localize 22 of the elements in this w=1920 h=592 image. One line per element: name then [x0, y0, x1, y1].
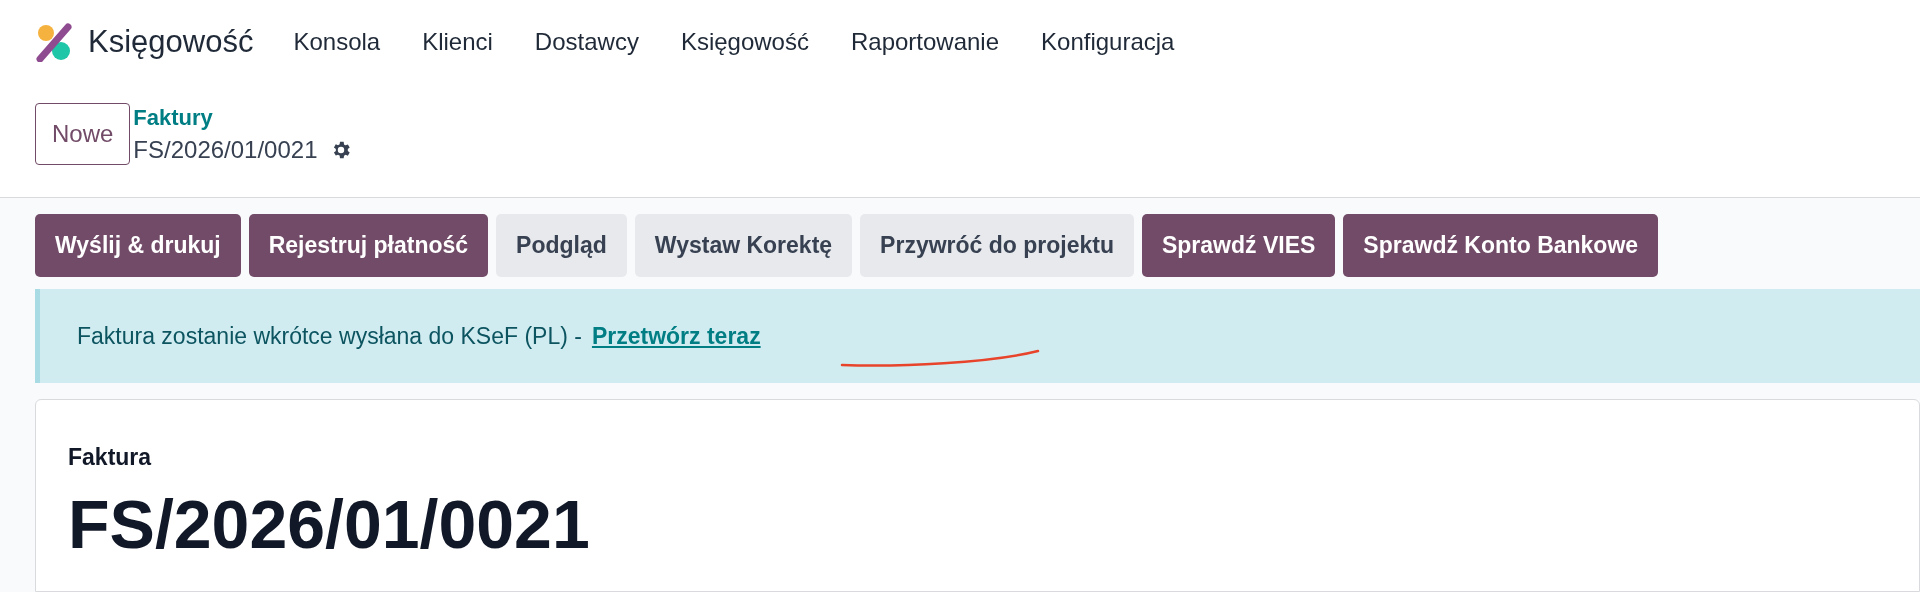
app-title[interactable]: Księgowość [88, 18, 254, 66]
breadcrumb-link[interactable]: Faktury [133, 103, 352, 133]
menu-item[interactable]: Konfiguracja [1041, 24, 1175, 60]
action-button[interactable]: Wystaw Korektę [634, 214, 853, 277]
menu-item[interactable]: Konsola [293, 24, 381, 60]
action-button[interactable]: Rejestruj płatność [248, 214, 489, 277]
menu-item[interactable]: Raportowanie [850, 24, 1000, 60]
record-name: FS/2026/01/0021 [133, 135, 318, 165]
menu-item[interactable]: Klienci [422, 24, 493, 60]
menu-item[interactable]: Księgowość [680, 24, 809, 60]
action-button[interactable]: Sprawdź Konto Bankowe [1343, 214, 1659, 277]
action-button[interactable]: Sprawdź VIES [1142, 214, 1336, 277]
action-button[interactable]: Wyślij & drukuj [35, 214, 241, 277]
menu-item[interactable]: Dostawcy [534, 24, 639, 60]
new-button[interactable]: Nowe [35, 103, 131, 165]
alert-text: Faktura zostanie wkrótce wysłana do KSeF (PL) - [77, 321, 582, 351]
invoice-number: FS/2026/01/0021 [68, 484, 590, 564]
action-button[interactable]: Przywróć do projektu [860, 214, 1134, 277]
action-button[interactable]: Podgląd [496, 214, 627, 277]
document-type-label: Faktura [68, 443, 152, 472]
process-link[interactable]: Przetwórz teraz [591, 318, 761, 354]
logo-icon[interactable] [34, 22, 74, 62]
